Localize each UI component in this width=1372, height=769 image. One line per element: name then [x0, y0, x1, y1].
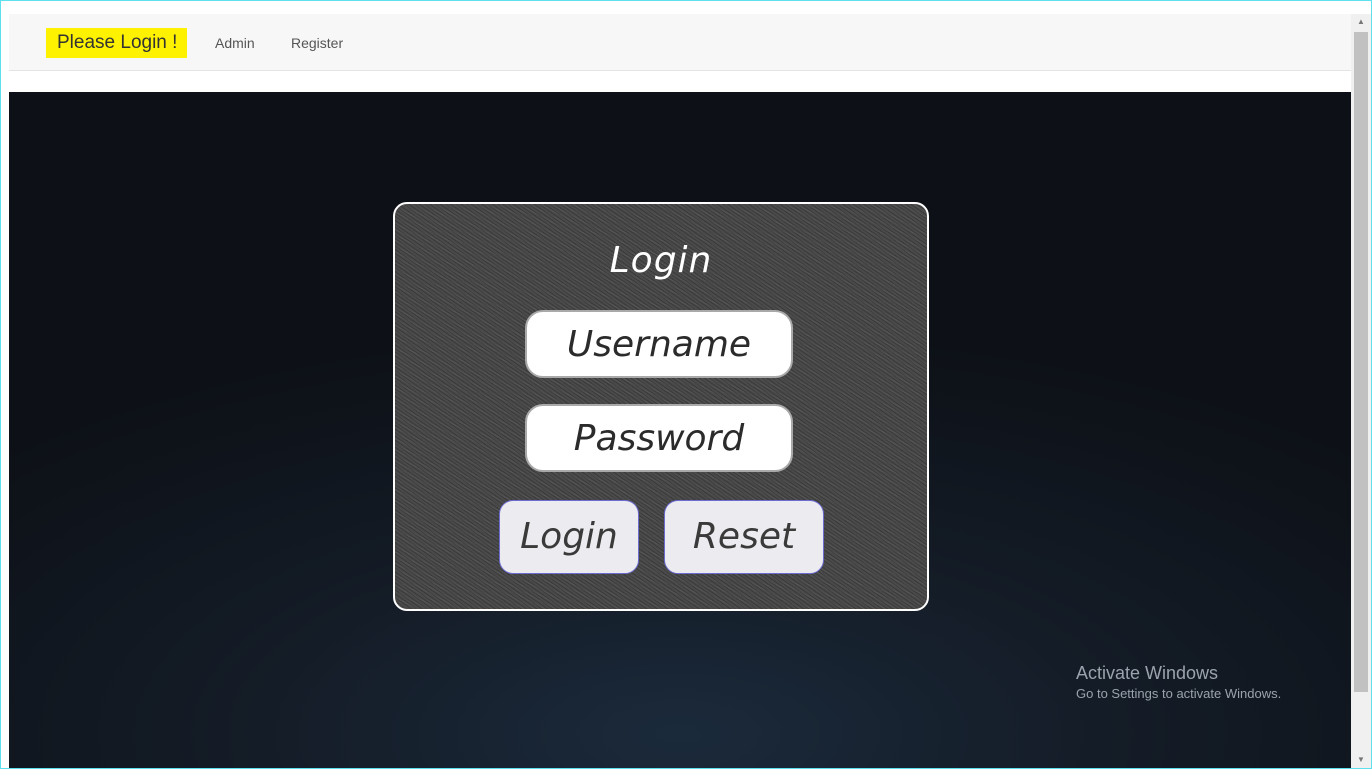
scrollbar-thumb[interactable]	[1354, 32, 1368, 692]
nav-link-admin[interactable]: Admin	[215, 35, 255, 51]
chevron-up-icon[interactable]: ▲	[1351, 14, 1371, 30]
watermark-subtitle: Go to Settings to activate Windows.	[1076, 686, 1282, 701]
username-input[interactable]	[525, 310, 793, 378]
navbar-brand[interactable]: Please Login !	[46, 28, 188, 58]
vertical-scrollbar[interactable]: ▲ ▼	[1351, 14, 1371, 768]
reset-button[interactable]: Reset	[664, 500, 824, 574]
nav-link-register[interactable]: Register	[291, 35, 343, 51]
login-title: Login	[609, 240, 713, 281]
password-input[interactable]	[525, 404, 793, 472]
activate-windows-watermark: Activate Windows Go to Settings to activ…	[1076, 662, 1281, 703]
navbar: Please Login ! Admin Register	[9, 14, 1351, 71]
browser-viewport: Please Login ! Admin Register Login Logi…	[0, 0, 1372, 769]
login-card: Login Login Reset	[393, 202, 929, 611]
chevron-down-icon[interactable]: ▼	[1351, 752, 1371, 768]
hero-background: Login Login Reset Activate Windows Go to…	[9, 92, 1351, 768]
watermark-title: Activate Windows	[1076, 663, 1219, 683]
login-button[interactable]: Login	[499, 500, 639, 574]
